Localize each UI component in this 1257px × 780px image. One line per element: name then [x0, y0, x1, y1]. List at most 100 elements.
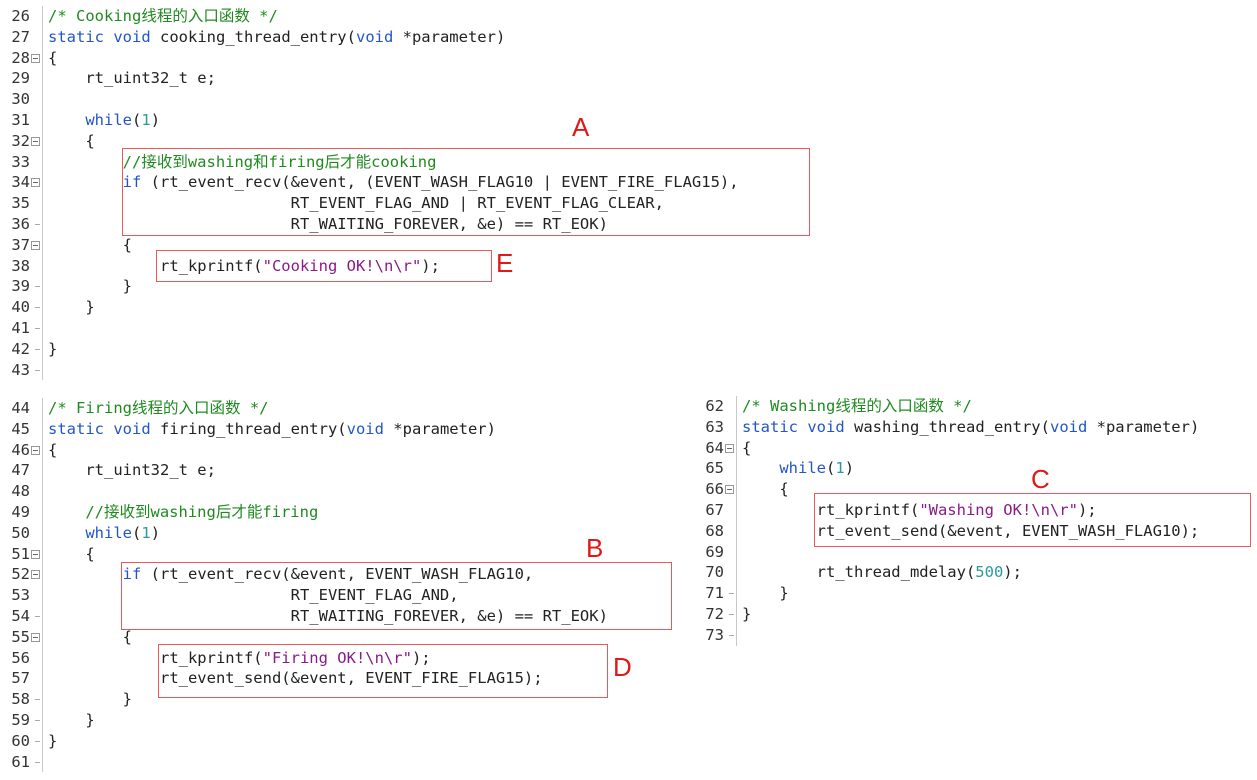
fold-end-icon [31, 606, 41, 627]
fold-margin [31, 398, 41, 419]
collapse-box-icon[interactable] [725, 443, 734, 453]
fold-end-icon [31, 689, 41, 710]
fold-toggle-icon[interactable] [31, 627, 41, 648]
fold-toggle-icon[interactable] [31, 235, 41, 256]
number-token: 1 [141, 523, 151, 542]
line-number: 47 [11, 461, 30, 480]
fold-tick-icon [35, 740, 40, 742]
line-number: 34 [11, 173, 30, 192]
line-number: 59 [11, 711, 30, 729]
line-number: 38 [11, 256, 30, 275]
fold-toggle-icon[interactable] [31, 131, 41, 152]
fold-toggle-icon[interactable] [31, 48, 41, 69]
fold-margin [31, 481, 41, 502]
line-number: 50 [11, 523, 30, 542]
plain-token: } [742, 584, 789, 603]
line-number: 68 [705, 521, 724, 540]
keyword-token: void [807, 417, 845, 436]
code-text: rt_thread_mdelay(500); [742, 562, 1022, 583]
collapse-box-icon[interactable] [31, 549, 40, 559]
collapse-box-icon[interactable] [31, 53, 40, 63]
fold-tick-icon [35, 761, 40, 763]
code-text: //接收到washing后才能firing [48, 502, 318, 523]
code-text: while(1) [48, 110, 160, 131]
plain-token: { [48, 627, 132, 646]
line-number: 46 [11, 440, 30, 459]
fold-margin [725, 542, 735, 563]
fold-toggle-icon[interactable] [725, 479, 735, 500]
line-number: 69 [705, 542, 724, 561]
fold-toggle-icon[interactable] [725, 438, 735, 459]
fold-margin [31, 110, 41, 131]
fold-tick-icon [729, 634, 734, 636]
plain-token: rt_uint32_t e; [48, 69, 216, 88]
fold-margin [31, 68, 41, 89]
code-text: /* Firing线程的入口函数 */ [48, 398, 268, 419]
plain-token: { [48, 235, 132, 254]
highlight-box-c [814, 493, 1251, 547]
plain-token: } [742, 605, 752, 623]
collapse-box-icon[interactable] [31, 570, 40, 580]
line-number: 31 [11, 111, 30, 129]
annotation-letter-e: E [496, 248, 514, 278]
code-text: { [48, 131, 94, 152]
line-number: 65 [705, 459, 724, 478]
fold-end-icon [31, 214, 41, 235]
line-number: 33 [11, 152, 30, 171]
plain-token: firing_thread_entry( [150, 419, 347, 438]
line-number: 63 [705, 417, 724, 436]
line-number: 58 [11, 690, 30, 709]
annotation-letter-b: B [586, 533, 604, 563]
plain-token: ); [1003, 563, 1022, 582]
comment-token: /* Firing线程的入口函数 */ [48, 399, 269, 417]
line-number: 60 [11, 731, 30, 750]
keyword-token: void [113, 27, 151, 46]
fold-margin [31, 460, 41, 481]
line-number: 51 [11, 544, 30, 563]
code-text: /* Washing线程的入口函数 */ [742, 396, 972, 417]
plain-token: { [742, 438, 752, 457]
collapse-box-icon[interactable] [31, 178, 40, 188]
gutter-divider [42, 398, 43, 773]
fold-tick-icon [35, 348, 40, 350]
collapse-box-icon[interactable] [31, 136, 40, 146]
keyword-token: void [355, 27, 394, 46]
collapse-box-icon[interactable] [31, 445, 40, 455]
highlight-box-d [158, 644, 608, 698]
line-number: 73 [705, 625, 724, 644]
collapse-box-icon[interactable] [725, 485, 734, 495]
code-text: rt_uint32_t e; [48, 460, 216, 481]
code-text: } [48, 689, 132, 710]
line-number: 66 [705, 480, 724, 499]
code-text: { [48, 544, 95, 565]
plain-token: *parameter) [393, 27, 506, 46]
annotation-letter-c: C [1031, 464, 1050, 494]
comment-token: /* Washing线程的入口函数 */ [742, 397, 972, 415]
collapse-box-icon[interactable] [31, 240, 40, 250]
fold-tick-icon [35, 720, 40, 721]
collapse-box-icon[interactable] [31, 632, 40, 642]
code-text: } [742, 583, 789, 604]
fold-tick-icon [35, 286, 40, 288]
line-number: 26 [11, 7, 30, 25]
plain-token: { [48, 544, 95, 563]
line-number: 52 [11, 565, 30, 584]
line-number: 49 [11, 503, 30, 521]
fold-end-icon [31, 360, 41, 381]
fold-margin [725, 521, 735, 542]
line-number: 56 [11, 648, 30, 667]
fold-margin [31, 648, 41, 669]
plain-token: } [48, 277, 132, 296]
line-number: 42 [11, 339, 30, 358]
fold-toggle-icon[interactable] [31, 172, 41, 193]
fold-end-icon [31, 731, 41, 752]
fold-toggle-icon[interactable] [31, 564, 41, 585]
fold-tick-icon [729, 593, 734, 595]
fold-toggle-icon[interactable] [31, 440, 41, 461]
fold-toggle-icon[interactable] [31, 544, 41, 565]
plain-token: } [48, 298, 95, 317]
code-text: static void cooking_thread_entry(void *p… [48, 27, 505, 48]
plain-token: { [742, 480, 789, 499]
line-number: 43 [11, 360, 30, 379]
code-text: /* Cooking线程的入口函数 */ [48, 6, 278, 27]
